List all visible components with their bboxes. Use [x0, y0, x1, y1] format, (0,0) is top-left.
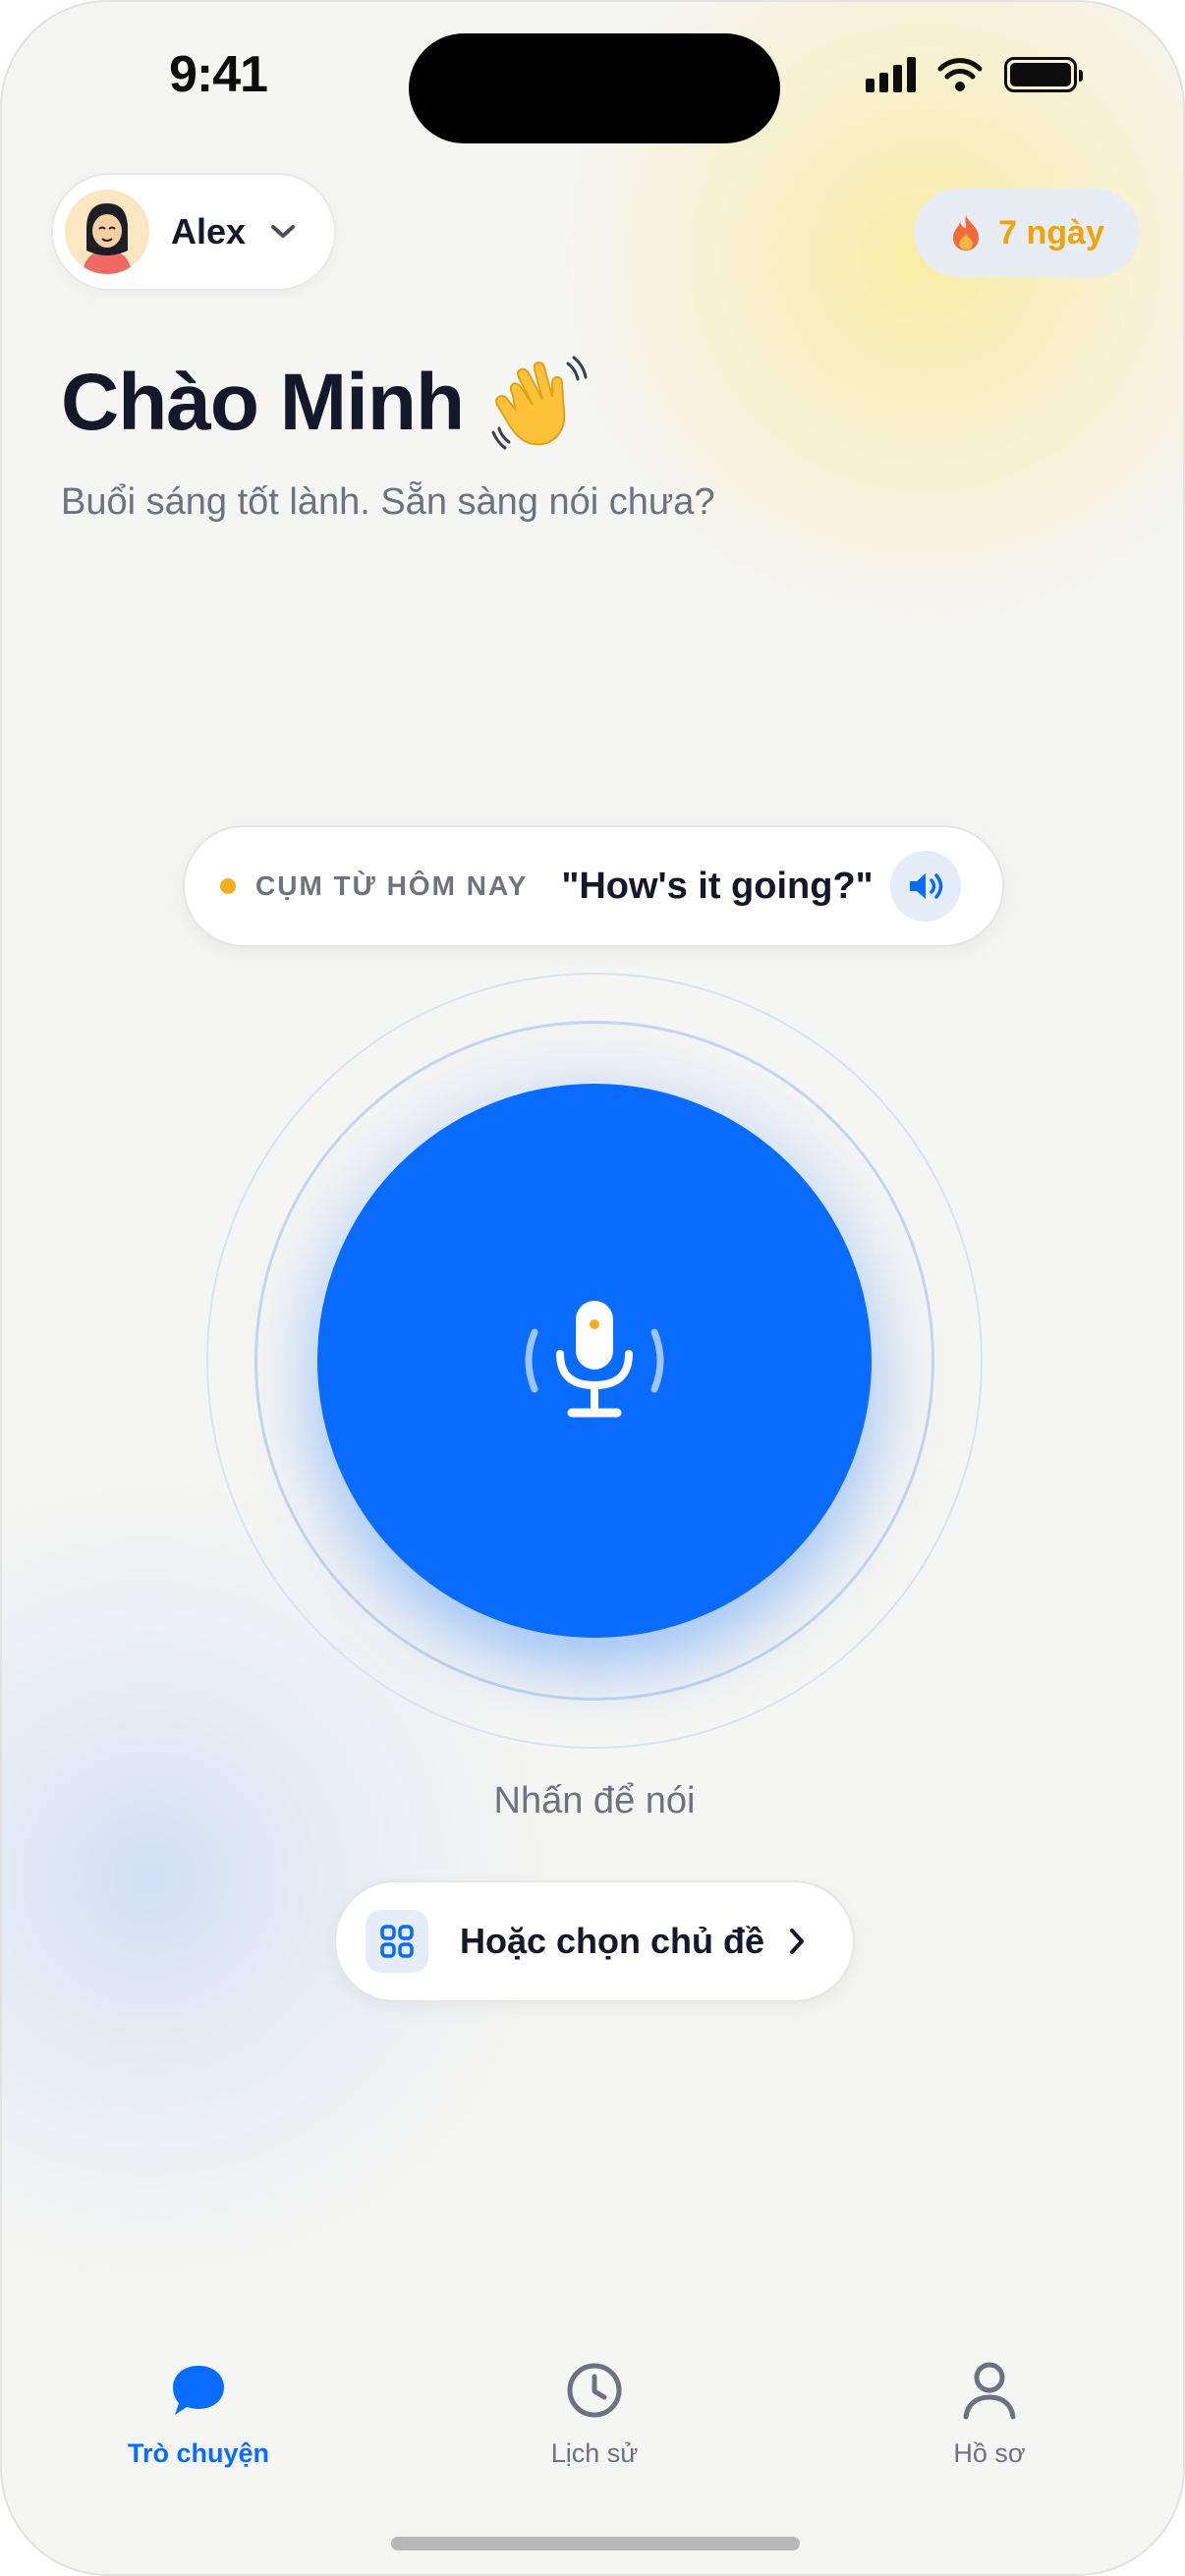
speaker-icon — [910, 873, 943, 899]
tab-profile-label: Hồ sơ — [953, 2438, 1026, 2468]
streak-badge[interactable]: 7 ngày — [914, 189, 1140, 277]
dynamic-island — [409, 33, 780, 143]
wifi-icon — [937, 58, 983, 91]
phrase-text: "How's it going?" — [561, 865, 874, 907]
battery-icon — [1004, 57, 1083, 92]
signal-icon — [866, 57, 916, 92]
clock-icon — [567, 2363, 622, 2418]
tab-profile[interactable]: Hồ sơ — [872, 2356, 1107, 2469]
profile-switcher[interactable]: Alex — [51, 173, 336, 291]
home-indicator[interactable] — [391, 2537, 800, 2550]
microphone-icon — [525, 1301, 664, 1418]
greeting-title: Chào Minh — [61, 358, 465, 447]
daily-phrase-card: CỤM TỪ HÔM NAY "How's it going?" — [183, 825, 1004, 947]
waving-hand-icon — [491, 356, 588, 450]
greeting-subtitle: Buổi sáng tốt lành. Sẵn sàng nói chưa? — [61, 481, 715, 523]
chat-bubble-icon — [173, 2366, 224, 2415]
chevron-down-icon — [271, 225, 296, 238]
greeting-heading: Chào Minh — [61, 356, 588, 450]
choose-topic-button[interactable]: Hoặc chọn chủ đề — [334, 1880, 855, 2002]
tab-bar: Trò chuyện Lịch sử Hồ sơ — [2, 2356, 1183, 2493]
tab-chat[interactable]: Trò chuyện — [81, 2356, 316, 2469]
status-icons — [866, 57, 1083, 92]
status-time: 9:41 — [168, 46, 268, 103]
streak-label: 7 ngày — [998, 213, 1104, 252]
tab-history-label: Lịch sử — [550, 2438, 639, 2468]
flame-icon — [953, 215, 980, 251]
phone-screen: 9:41 Alex 7 ngày Chào Minh Buổi sáng tốt… — [0, 0, 1185, 2576]
phrase-indicator-dot — [220, 878, 236, 894]
tab-history[interactable]: Lịch sử — [477, 2356, 712, 2469]
topic-button-label: Hoặc chọn chủ đề — [460, 1921, 765, 1961]
play-phrase-button[interactable] — [890, 851, 961, 922]
phrase-label: CỤM TỪ HÔM NAY — [255, 870, 529, 901]
chevron-right-icon — [790, 1929, 804, 1954]
tab-chat-label: Trò chuyện — [127, 2438, 270, 2468]
profile-name: Alex — [171, 211, 247, 252]
tap-to-speak-hint: Nhấn để nói — [493, 1780, 696, 1821]
avatar — [65, 190, 149, 274]
person-icon — [963, 2362, 1016, 2420]
record-mic-button[interactable] — [317, 1084, 872, 1638]
topic-grid-icon — [366, 1910, 428, 1973]
